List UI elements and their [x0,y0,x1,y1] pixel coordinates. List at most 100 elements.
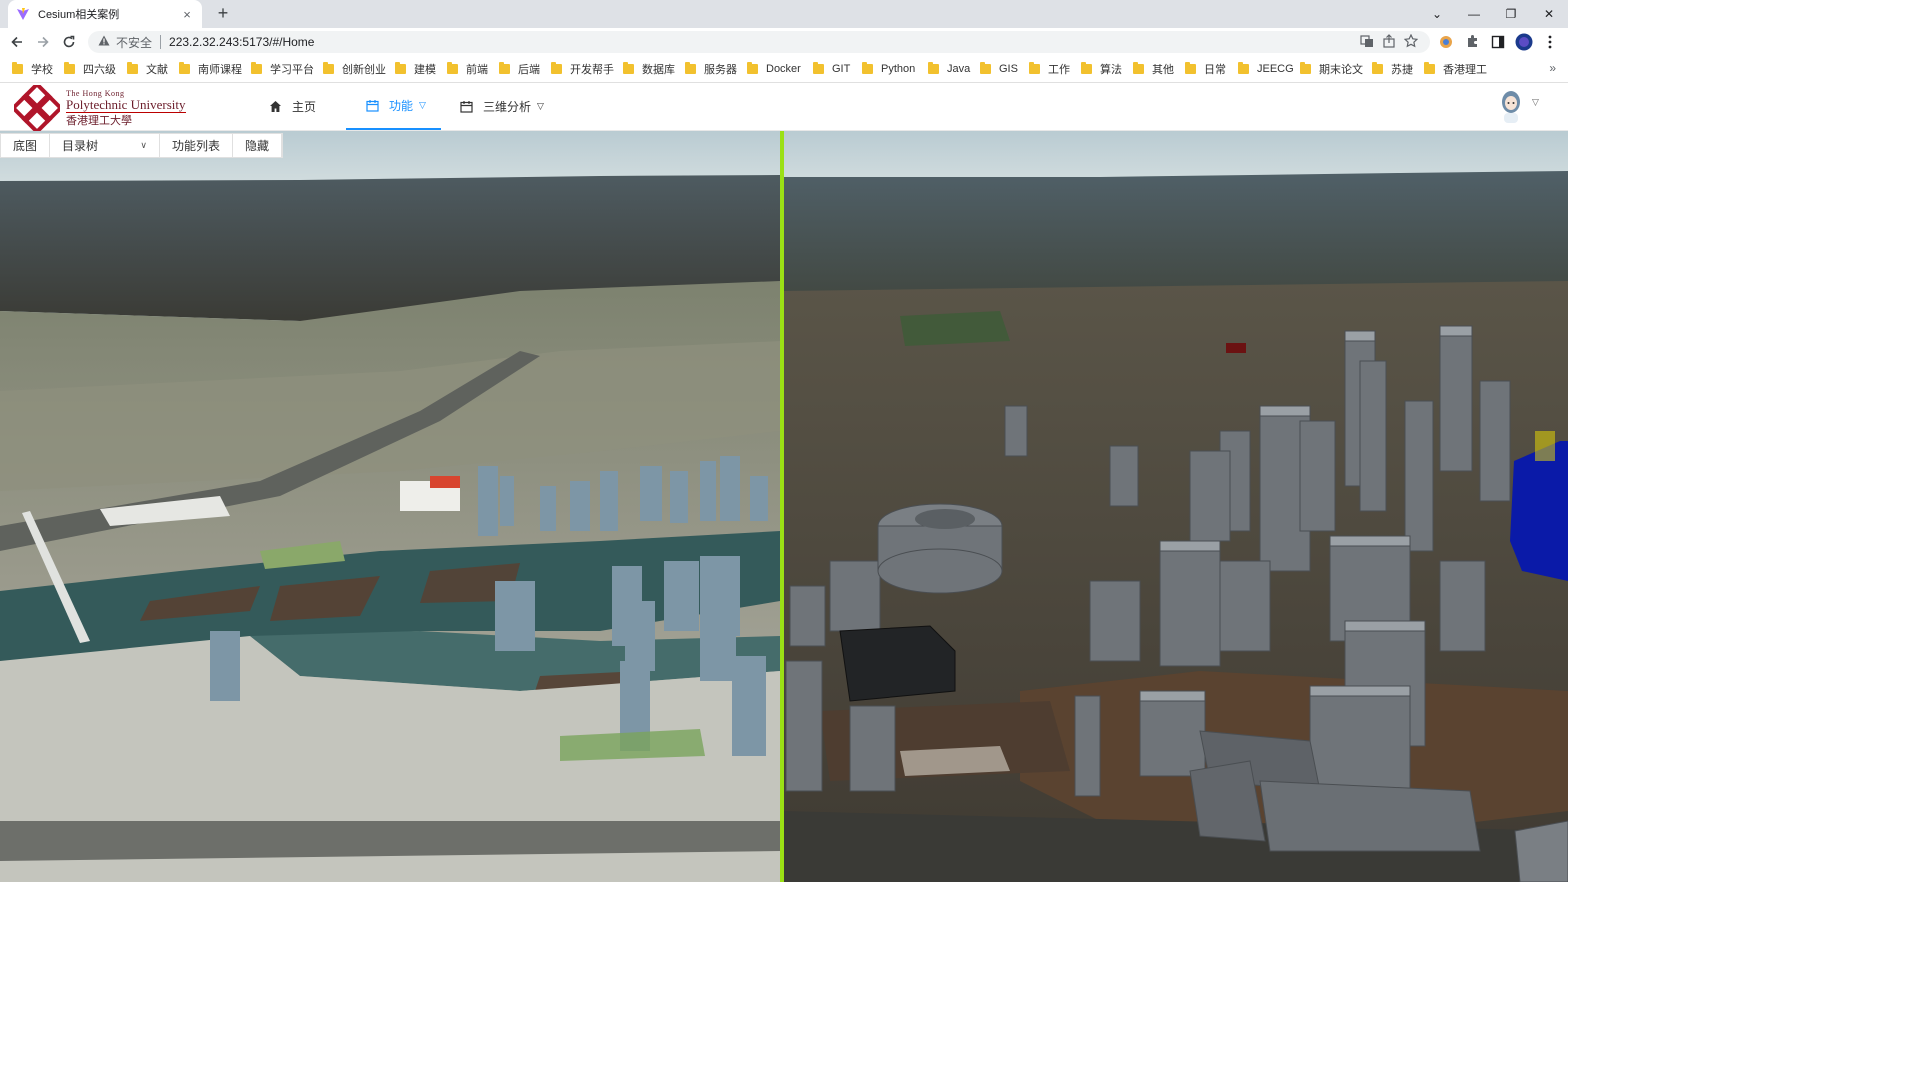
bookmark-folder[interactable]: 后端 [499,61,540,77]
extensions-area [1436,32,1560,52]
more-bookmarks-button[interactable]: » [1549,61,1556,75]
chrome-menu-icon[interactable] [1540,32,1560,52]
bookmark-folder[interactable]: GIT [813,61,850,77]
bookmark-folder[interactable]: 学校 [12,61,53,77]
folder-icon [323,62,334,74]
chevron-down-icon: ▽ [537,101,544,111]
folder-icon [127,62,138,74]
bookmark-folder[interactable]: JEECG [1238,61,1294,77]
menu-home-label: 主页 [292,100,317,114]
split-slider[interactable] [780,131,784,882]
extension-icon[interactable] [1436,32,1456,52]
folder-icon [862,62,873,74]
vite-logo-icon [16,7,30,21]
folder-icon [551,62,562,74]
bookmark-folder[interactable]: 工作 [1029,61,1070,77]
bookmark-folder[interactable]: 前端 [447,61,488,77]
bookmark-folder[interactable]: 期末论文 [1300,61,1363,77]
bookmark-folder[interactable]: 苏捷 [1372,61,1413,77]
menu-3d-analysis-label: 三维分析 [483,100,532,114]
share-icon[interactable] [1382,34,1396,51]
bookmark-folder[interactable]: 文献 [127,61,168,77]
warning-icon[interactable] [98,35,110,49]
forward-arrow-icon [38,36,49,48]
polyu-emblem-icon [14,85,60,131]
cesium-viewer[interactable] [0,131,1568,882]
folder-icon [1424,62,1435,74]
viewer-toolbar: 底图 目录树 ∨ 功能列表 隐藏 [0,133,284,158]
tab-title: Cesium相关案例 [38,9,120,21]
reload-button[interactable] [56,29,82,55]
url-text[interactable]: 223.2.32.243:5173/#/Home [169,35,314,49]
catalog-tree-label: 目录树 [62,139,99,153]
not-secure-label[interactable]: 不安全 [116,34,152,51]
bookmark-folder[interactable]: 日常 [1185,61,1226,77]
profile-avatar-icon[interactable] [1514,32,1534,52]
bookmark-folder[interactable]: 算法 [1081,61,1122,77]
folder-icon [1133,62,1144,74]
avatar-icon[interactable] [1500,89,1522,123]
address-bar[interactable]: 不安全 223.2.32.243:5173/#/Home [88,31,1430,53]
folder-icon [179,62,190,74]
new-tab-button[interactable]: + [212,3,234,25]
basemap-button[interactable]: 底图 [1,134,51,157]
bookmark-star-icon[interactable] [1403,33,1419,51]
highlighted-building[interactable] [1510,441,1568,581]
bookmark-folder[interactable]: 服务器 [685,61,737,77]
selected-marker [1226,343,1246,353]
right-building-model-view[interactable] [784,171,1568,882]
university-logo[interactable]: The Hong Kong Polytechnic University 香港理… [14,85,224,131]
university-name: The Hong Kong Polytechnic University 香港理… [66,89,186,127]
bookmark-folder[interactable]: GIS [980,61,1018,77]
catalog-tree-dropdown[interactable]: 目录树 ∨ [50,134,161,157]
puzzle-icon[interactable] [1462,32,1482,52]
bookmark-folder[interactable]: 数据库 [623,61,675,77]
address-separator [160,35,162,49]
menu-3d-analysis[interactable]: 三维分析 ▽ [459,83,559,130]
bookmark-folder[interactable]: Java [928,61,970,77]
omnibox-actions [1360,33,1419,51]
close-tab-icon[interactable]: × [180,7,194,22]
bookmark-folder[interactable]: 开发帮手 [551,61,614,77]
maximize-button[interactable]: ❐ [1492,0,1530,28]
left-photogrammetry-view[interactable] [0,175,780,882]
folder-icon [64,62,75,74]
bookmark-folder[interactable]: 香港理工 [1424,61,1487,77]
function-list-button[interactable]: 功能列表 [160,134,234,157]
back-button[interactable] [4,29,30,55]
user-menu-chevron-icon[interactable]: ▽ [1532,97,1539,108]
bookmark-folder[interactable]: 创新创业 [323,61,386,77]
folder-icon [1372,62,1383,74]
logo-line2: Polytechnic University [66,96,186,113]
bookmark-folder[interactable]: 其他 [1133,61,1174,77]
browser-tab[interactable]: Cesium相关案例 × [8,0,202,28]
hide-button[interactable]: 隐藏 [233,134,283,157]
tab-search-icon[interactable]: ⌄ [1418,0,1456,28]
side-panel-icon[interactable] [1488,32,1508,52]
folder-icon [395,62,406,74]
minimize-button[interactable]: — [1455,0,1493,28]
folder-icon [447,62,458,74]
forward-button[interactable] [30,29,56,55]
browser-tabstrip: Cesium相关案例 × + ⌄ — ❐ ✕ [0,0,1568,28]
bookmark-folder[interactable]: Python [862,61,915,77]
close-window-button[interactable]: ✕ [1530,0,1568,28]
menu-features[interactable]: 功能 ▽ [346,83,441,130]
back-arrow-icon [11,36,22,48]
chevron-down-icon: ∨ [140,140,148,150]
bookmark-folder[interactable]: 学习平台 [251,61,314,77]
home-icon [268,100,282,114]
app-header: The Hong Kong Polytechnic University 香港理… [0,83,1568,131]
bookmark-folder[interactable]: 建模 [395,61,436,77]
folder-icon [980,62,991,74]
translate-icon[interactable] [1360,34,1374,51]
folder-icon [623,62,634,74]
bookmark-folder[interactable]: 四六级 [64,61,116,77]
bookmark-folder[interactable]: Docker [747,61,801,77]
bookmark-folder[interactable]: 南师课程 [179,61,242,77]
calendar-icon [459,100,473,114]
3d-scene[interactable] [0,131,1568,882]
menu-home[interactable]: 主页 [268,83,338,130]
folder-icon [1029,62,1040,74]
logo-line3: 香港理工大學 [66,114,132,127]
